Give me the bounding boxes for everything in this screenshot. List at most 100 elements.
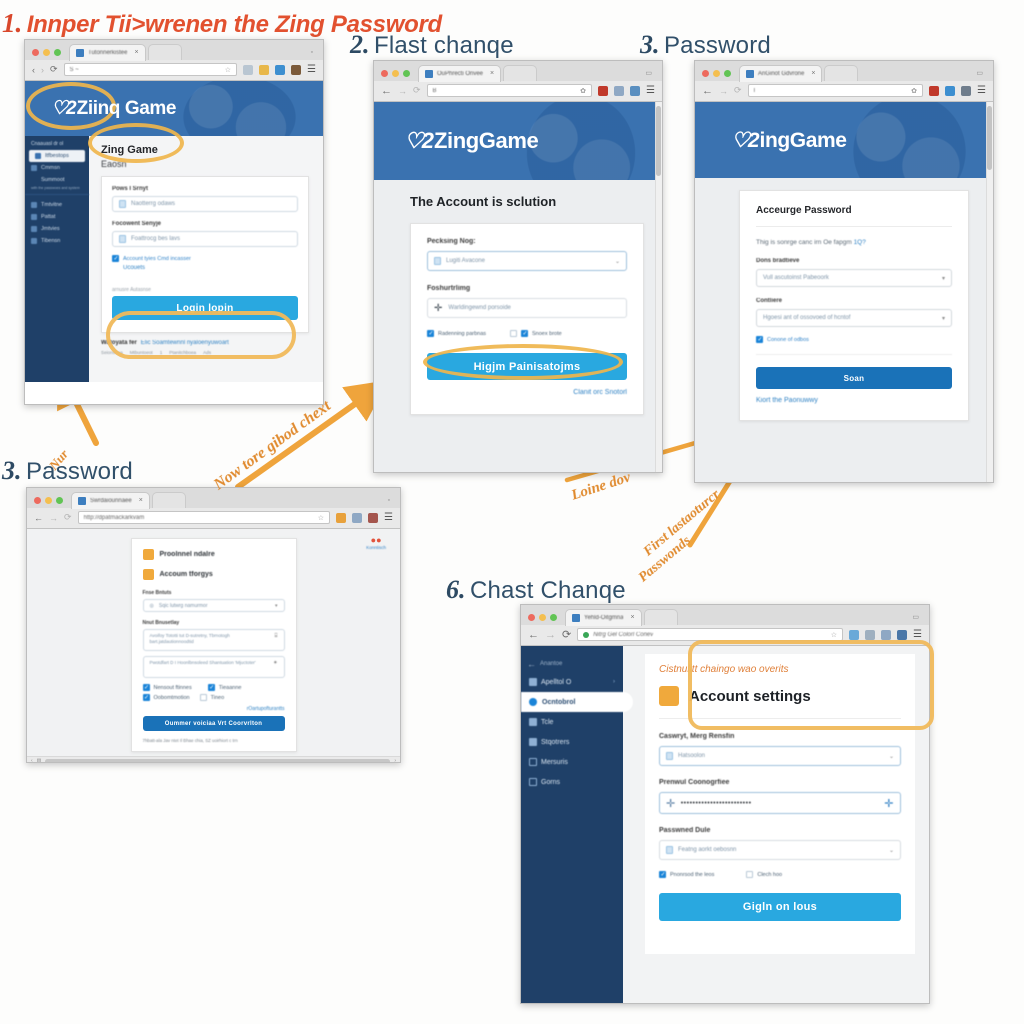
third-textarea[interactable]: Pwotdfart D I Hoonlbnsoleed Shantuation … — [142, 656, 285, 678]
close-window-button[interactable] — [381, 69, 388, 77]
address-bar[interactable]: S ~ ☆ — [63, 63, 238, 76]
password-input[interactable]: Foattrocg bes lavs — [112, 231, 298, 247]
extension-icon-3[interactable] — [881, 629, 892, 640]
hamburger-menu-icon[interactable]: ☰ — [646, 85, 655, 96]
save-row[interactable]: Snoex brote — [510, 330, 562, 337]
reload-icon[interactable]: ⟳ — [50, 64, 58, 75]
reload-icon[interactable]: ⟳ — [64, 512, 72, 523]
scrollbar-thumb[interactable] — [987, 106, 992, 170]
close-tab-icon[interactable]: × — [490, 70, 494, 77]
sidebar-item-3[interactable]: Tmtvitne — [25, 199, 89, 211]
back-icon[interactable]: ‹ — [32, 65, 35, 75]
browser-tab[interactable]: OuPhrecti Onvee × — [418, 64, 502, 82]
window-controls[interactable] — [381, 69, 410, 77]
vertical-scrollbar[interactable] — [655, 102, 662, 472]
accounts-link[interactable]: Ucouets — [123, 265, 298, 271]
gear-icon[interactable]: ✷ — [273, 660, 277, 667]
new-tab-button[interactable] — [503, 65, 538, 81]
remember-row[interactable]: Account tyies Cmd incasser — [112, 255, 298, 262]
window-restore-icon[interactable]: ▭ — [976, 69, 987, 77]
extension-icon-4[interactable] — [897, 629, 908, 640]
footer-item-2[interactable]: 1 — [160, 350, 163, 355]
consent-row[interactable]: Conone of odbos — [756, 336, 952, 355]
checkbox[interactable] — [199, 694, 207, 701]
window-controls[interactable] — [702, 69, 731, 77]
extension-icon-2[interactable] — [865, 629, 876, 640]
consent-checkbox[interactable] — [756, 336, 763, 343]
hamburger-menu-icon[interactable]: ☰ — [384, 512, 393, 523]
address-bar[interactable]: Nitrg Gel Colorl Conev ☆ — [577, 628, 844, 641]
new-tab-button[interactable] — [147, 44, 182, 60]
row-profile[interactable]: Proolnnel ndalre — [142, 549, 285, 560]
forgot-password-link[interactable]: Kiort the Paonuwwy — [756, 397, 952, 404]
checkbox[interactable] — [659, 871, 666, 878]
extension-icon-1[interactable] — [598, 85, 609, 96]
horizontal-scrollbar[interactable]: ‹ ▥ › — [27, 756, 400, 762]
username-input[interactable]: Naotterrg odaws — [112, 196, 298, 212]
confirm-select[interactable]: Hgoesi ant of ossovoed of hcntof ▾ — [756, 309, 952, 327]
close-window-button[interactable] — [528, 613, 535, 621]
maximize-window-button[interactable] — [403, 69, 410, 77]
footer-item-3[interactable]: Ptanitchboea — [169, 350, 196, 355]
description-link[interactable]: 1Q? — [854, 239, 866, 246]
confirm-button[interactable]: Oummer voiciaa Vrt Coorvrlton — [142, 716, 285, 731]
address-bar[interactable]: I ✿ — [747, 84, 924, 97]
window-controls[interactable] — [32, 48, 61, 56]
reload-icon[interactable]: ⟳ — [413, 85, 421, 96]
maximize-window-button[interactable] — [724, 69, 731, 77]
checkbox[interactable] — [746, 871, 754, 878]
packaging-select[interactable]: Lugiti Avacone ⌄ — [427, 251, 627, 271]
check-2[interactable]: Tieaanne — [207, 684, 241, 691]
extension-icon-2[interactable] — [352, 512, 363, 523]
scrollbar-thumb[interactable] — [45, 758, 391, 762]
bookmark-star-icon[interactable]: ☆ — [318, 514, 324, 522]
options-link[interactable]: rOartupofturantts — [143, 706, 285, 712]
extension-icon-2[interactable] — [614, 85, 625, 96]
address-bar[interactable]: http://dpatmackarkvam ☆ — [77, 511, 331, 524]
blank-checkbox[interactable] — [510, 330, 518, 337]
maximize-window-button[interactable] — [56, 496, 63, 504]
vertical-scrollbar[interactable] — [986, 102, 993, 482]
category-select[interactable]: Hatsoolon ⌄ — [659, 746, 901, 766]
window-restore-icon[interactable]: ▭ — [912, 613, 923, 621]
new-tab-button[interactable] — [824, 65, 859, 81]
scrollbar-thumb[interactable] — [656, 106, 661, 176]
first-select[interactable]: ◎ Sqic lutwrg namurmor ▾ — [142, 599, 285, 612]
forward-icon[interactable]: → — [49, 513, 58, 523]
sidebar-item-5[interactable]: Gorns — [521, 772, 623, 792]
minimize-window-button[interactable] — [539, 613, 546, 621]
bookmark-star-icon[interactable]: ☆ — [225, 66, 231, 74]
remember-checkbox[interactable] — [112, 255, 119, 262]
hamburger-menu-icon[interactable]: ☰ — [913, 629, 922, 640]
remember-checkbox[interactable] — [427, 330, 434, 337]
extension-icon-2[interactable] — [945, 85, 956, 96]
sidebar-item-2[interactable]: Tcle — [521, 712, 623, 732]
sidebar-item-4[interactable]: Pattat — [25, 211, 89, 223]
password-input[interactable]: ✛ •••••••••••••••••••••••• ✛ — [659, 792, 901, 814]
browser-tab[interactable]: Tutonnerkistee × — [69, 43, 146, 61]
bookmark-star-icon[interactable]: ✿ — [580, 87, 586, 95]
forward-icon[interactable]: → — [545, 629, 556, 641]
back-icon[interactable]: ← — [528, 629, 539, 641]
close-tab-icon[interactable]: × — [139, 497, 143, 504]
sidebar-item-0[interactable]: Apelltol O › — [521, 672, 623, 692]
extension-icon-4[interactable] — [291, 64, 302, 75]
expand-icon[interactable]: ⌸ — [274, 633, 277, 640]
close-window-button[interactable] — [34, 496, 41, 504]
close-window-button[interactable] — [702, 69, 709, 77]
minimize-window-button[interactable] — [392, 69, 399, 77]
second-textarea[interactable]: Avoifoy Tototti tut D-sutretny, Tbrnotog… — [142, 629, 285, 651]
hamburger-menu-icon[interactable]: ☰ — [307, 64, 316, 75]
forward-icon[interactable]: → — [398, 86, 407, 96]
maximize-window-button[interactable] — [54, 48, 61, 56]
browser-tab[interactable]: Swrdaiounnaee × — [71, 491, 150, 509]
footer-item-4[interactable]: Ads — [203, 350, 211, 355]
minimize-window-button[interactable] — [713, 69, 720, 77]
sidebar-item-6[interactable]: Tibensn — [25, 235, 89, 247]
password-date-select[interactable]: Featng aorkt oebosnn ⌄ — [659, 840, 901, 860]
sidebar-item-3[interactable]: Stqotrers — [521, 732, 623, 752]
submit-button[interactable]: Higjm Painisatojms — [427, 353, 627, 380]
back-icon[interactable]: ← — [381, 85, 392, 97]
new-tab-button[interactable] — [151, 492, 186, 508]
back-icon[interactable]: ← — [34, 513, 43, 523]
